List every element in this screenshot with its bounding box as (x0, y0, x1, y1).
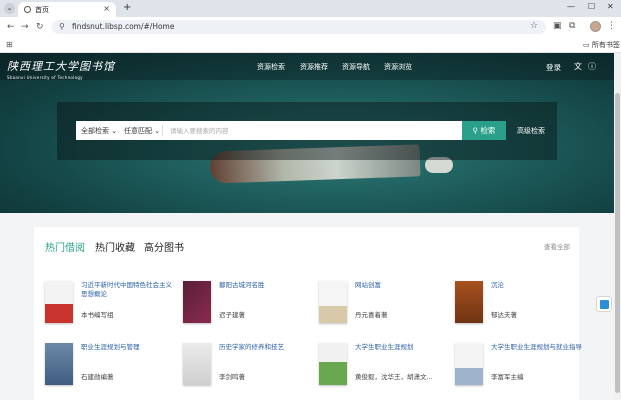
book-cover[interactable] (319, 281, 347, 323)
help-icon[interactable]: ⓘ (588, 61, 596, 72)
search-panel: 全部检索 ⌄ 任意匹配 ⌄ ⚲ 检索 高级检索 (57, 102, 557, 160)
book-author: 李富军主编 (491, 373, 524, 381)
book-title[interactable]: 职业生涯规划与管理 (81, 343, 173, 352)
page-scrollbar[interactable] (614, 53, 621, 400)
tab-title: 首页 (35, 6, 49, 14)
book-title[interactable]: 习近平新时代中国特色社会主义思想概论 (81, 281, 173, 299)
tab-hot-borrow[interactable]: 热门借阅 (45, 239, 85, 254)
book-author: 黄俊毅，沈华王，胡潇文... (355, 373, 433, 381)
browser-tab[interactable]: 首页 × (18, 2, 116, 17)
all-bookmarks-label: 所有书签 (591, 41, 620, 49)
book-item[interactable]: 习近平新时代中国特色社会主义思想概论 本书编写组 (45, 281, 173, 337)
search-button[interactable]: ⚲ 检索 (462, 121, 506, 140)
bookmark-star-icon[interactable]: ☆ (530, 21, 538, 31)
book-cover[interactable] (183, 343, 211, 385)
book-author: 迟子建著 (219, 311, 245, 319)
book-item[interactable]: 鄱阳古城河名胜 迟子建著 (183, 281, 311, 337)
page-viewport: 陕西理工大学图书馆 Shaanxi University of Technolo… (0, 53, 614, 400)
new-tab-icon[interactable]: + (123, 2, 131, 13)
close-tab-icon[interactable]: × (103, 4, 110, 13)
book-title[interactable]: 大学生职业生涯规划与就业指导 (491, 343, 583, 352)
tab-search-icon[interactable]: ⌄ (4, 3, 15, 14)
all-bookmarks-folder[interactable]: ▭ 所有书签 (583, 40, 620, 50)
book-title[interactable]: 历史学家的修养和技艺 (219, 343, 311, 352)
bookmarks-bar: ⊞ ▭ 所有书签 (0, 37, 621, 53)
logo-english: Shaanxi University of Technology (7, 75, 83, 80)
book-title[interactable]: 网站创富 (355, 281, 447, 290)
translate-icon[interactable]: 文 (574, 61, 582, 72)
address-field[interactable]: ⚲ findsnut.libsp.com/#/Home ☆ (52, 20, 546, 34)
book-title[interactable]: 鄱阳古城河名胜 (219, 281, 311, 290)
book-author: 本书编写组 (81, 311, 114, 319)
popular-books-card: 热门借阅 热门收藏 高分图书 查看全部 习近平新时代中国特色社会主义思想概论 本… (34, 227, 582, 400)
book-author: 石建勋编著 (81, 373, 114, 381)
book-author: 郁达夫著 (491, 311, 517, 319)
book-cover[interactable] (455, 343, 483, 385)
browser-tab-bar: ⌄ 首页 × + — ☐ ✕ (0, 0, 621, 17)
tab-favicon-icon (24, 6, 31, 13)
book-author: 李剑鸣著 (219, 373, 245, 381)
match-type-select[interactable]: 任意匹配 ⌄ (124, 126, 160, 136)
address-toolbar: ← → ↻ ⚲ findsnut.libsp.com/#/Home ☆ ▣ ⧉ … (0, 17, 621, 37)
book-item[interactable]: 沉沦 郁达夫著 (455, 281, 583, 337)
menu-kebab-icon[interactable]: ⋮ (607, 21, 616, 31)
search-input[interactable] (166, 121, 462, 140)
book-cover[interactable] (45, 343, 73, 385)
tab-hot-collection[interactable]: 热门收藏 (95, 239, 135, 254)
library-logo[interactable]: 陕西理工大学图书馆 Shaanxi University of Technolo… (7, 58, 115, 80)
book-cover[interactable] (319, 343, 347, 385)
book-author: 丹元喜着著 (355, 311, 388, 319)
book-cover[interactable] (183, 281, 211, 323)
view-all-link[interactable]: 查看全部 (544, 241, 570, 251)
advanced-search-link[interactable]: 高级检索 (517, 126, 545, 136)
search-scope-select[interactable]: 全部检索 ⌄ (81, 126, 117, 136)
puzzle-icon[interactable]: ⧉ (569, 21, 575, 31)
book-cover[interactable] (455, 281, 483, 323)
tab-high-score[interactable]: 高分图书 (144, 239, 184, 254)
maximize-icon[interactable]: ☐ (588, 2, 595, 11)
nav-resource-navigation[interactable]: 资源导航 (342, 62, 370, 72)
chat-icon (600, 300, 609, 309)
book-item[interactable]: 历史学家的修养和技艺 李剑鸣著 (183, 343, 311, 399)
reload-icon[interactable]: ↻ (36, 22, 44, 32)
book-title[interactable]: 沉沦 (491, 281, 583, 290)
hero-banner: 陕西理工大学图书馆 Shaanxi University of Technolo… (0, 53, 614, 213)
back-icon[interactable]: ← (7, 22, 15, 32)
extension-icon[interactable]: ▣ (553, 21, 562, 31)
nav-resource-recommend[interactable]: 资源推荐 (300, 62, 328, 72)
book-item[interactable]: 大学生职业生涯规划 黄俊毅，沈华王，胡潇文... (319, 343, 447, 399)
book-item[interactable]: 大学生职业生涯规划与就业指导 李富军主编 (455, 343, 583, 399)
book-cover[interactable] (45, 281, 73, 323)
url-text[interactable]: findsnut.libsp.com/#/Home (72, 22, 174, 31)
book-item[interactable]: 网站创富 丹元喜着著 (319, 281, 447, 337)
search-scope-label: 全部检索 (81, 127, 109, 135)
minimize-icon[interactable]: — (567, 2, 575, 11)
logo-chinese: 陕西理工大学图书馆 (7, 60, 115, 73)
search-divider (162, 125, 163, 136)
login-link[interactable]: 登录 (546, 62, 561, 73)
book-item[interactable]: 职业生涯规划与管理 石建勋编著 (45, 343, 173, 399)
search-button-label: 检索 (480, 126, 496, 135)
feedback-float-button[interactable] (596, 296, 612, 312)
site-info-icon[interactable]: ⚲ (59, 22, 65, 31)
apps-grid-icon[interactable]: ⊞ (6, 40, 13, 49)
site-header: 陕西理工大学图书馆 Shaanxi University of Technolo… (0, 53, 614, 80)
forward-icon[interactable]: → (21, 22, 29, 32)
close-window-icon[interactable]: ✕ (607, 2, 614, 11)
profile-avatar[interactable] (590, 21, 601, 32)
nav-resource-browse[interactable]: 资源浏览 (384, 62, 412, 72)
nav-resource-search[interactable]: 资源检索 (257, 62, 285, 72)
book-title[interactable]: 大学生职业生涯规划 (355, 343, 447, 352)
scrollbar-thumb[interactable] (615, 93, 620, 393)
match-type-label: 任意匹配 (124, 127, 152, 135)
search-bar: 全部检索 ⌄ 任意匹配 ⌄ (76, 121, 462, 140)
